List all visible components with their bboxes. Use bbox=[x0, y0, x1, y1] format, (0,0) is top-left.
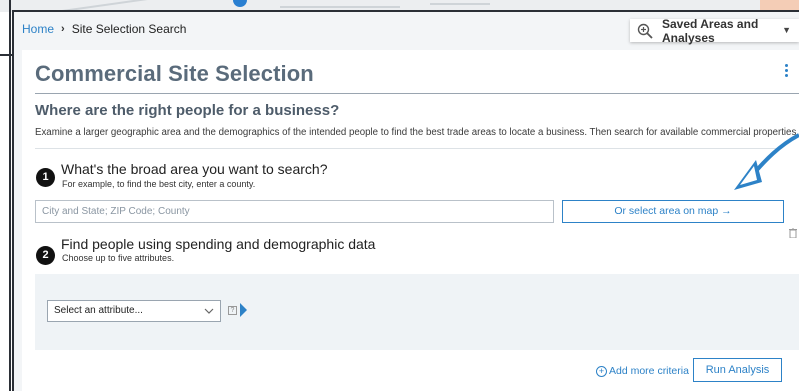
annotation-arrow-icon bbox=[734, 133, 799, 190]
map-location-pin bbox=[233, 0, 247, 7]
intro-text: Examine a larger geographic area and the… bbox=[35, 127, 799, 138]
breadcrumb-current: Site Selection Search bbox=[71, 22, 187, 36]
attribute-criteria-zone: Select an attribute... ? bbox=[35, 274, 799, 350]
saved-areas-label: Saved Areas and Analyses bbox=[662, 16, 759, 45]
outer-frame-edge bbox=[0, 0, 11, 391]
step-1-title: What's the broad area you want to search… bbox=[61, 161, 328, 177]
step-2-description: Choose up to five attributes. bbox=[62, 253, 175, 263]
section-subtitle: Where are the right people for a busines… bbox=[35, 102, 340, 119]
title-divider bbox=[35, 93, 799, 94]
step-1-badge: 1 bbox=[36, 168, 55, 187]
saved-areas-dropdown[interactable]: Saved Areas and Analyses ▼ bbox=[630, 16, 799, 45]
attribute-help-icon[interactable]: ? bbox=[228, 306, 237, 315]
expand-attribute-arrow-icon[interactable] bbox=[240, 303, 247, 317]
page-title: Commercial Site Selection bbox=[35, 61, 314, 86]
step-2-badge: 2 bbox=[36, 246, 55, 265]
step-2-title: Find people using spending and demograph… bbox=[61, 236, 376, 252]
more-options-icon[interactable] bbox=[785, 64, 789, 80]
add-more-criteria-label: Add more criteria bbox=[609, 365, 689, 377]
chevron-down-icon: ▼ bbox=[782, 25, 791, 35]
breadcrumb-separator: › bbox=[61, 23, 65, 35]
add-more-criteria-link[interactable]: + Add more criteria bbox=[596, 365, 689, 377]
intro-text-content: Examine a larger geographic area and the… bbox=[35, 127, 799, 138]
outer-frame-corner bbox=[0, 0, 12, 56]
breadcrumb-home-link[interactable]: Home bbox=[22, 22, 54, 36]
area-search-input[interactable] bbox=[35, 200, 554, 223]
site-selection-card: Commercial Site Selection Where are the … bbox=[22, 50, 799, 391]
trash-icon[interactable] bbox=[789, 225, 797, 239]
select-area-on-map-button[interactable]: Or select area on map → bbox=[562, 200, 784, 223]
chevron-down-icon bbox=[204, 304, 214, 314]
section-divider bbox=[35, 148, 776, 149]
step-1-description: For example, to find the best city, ente… bbox=[62, 179, 256, 189]
add-circle-icon: + bbox=[596, 365, 607, 377]
attribute-select[interactable]: Select an attribute... bbox=[47, 300, 221, 322]
run-analysis-button[interactable]: Run Analysis bbox=[693, 358, 782, 382]
breadcrumb: Home › Site Selection Search bbox=[22, 22, 186, 36]
zoom-in-icon bbox=[637, 23, 653, 39]
attribute-select-value: Select an attribute... bbox=[54, 305, 143, 316]
